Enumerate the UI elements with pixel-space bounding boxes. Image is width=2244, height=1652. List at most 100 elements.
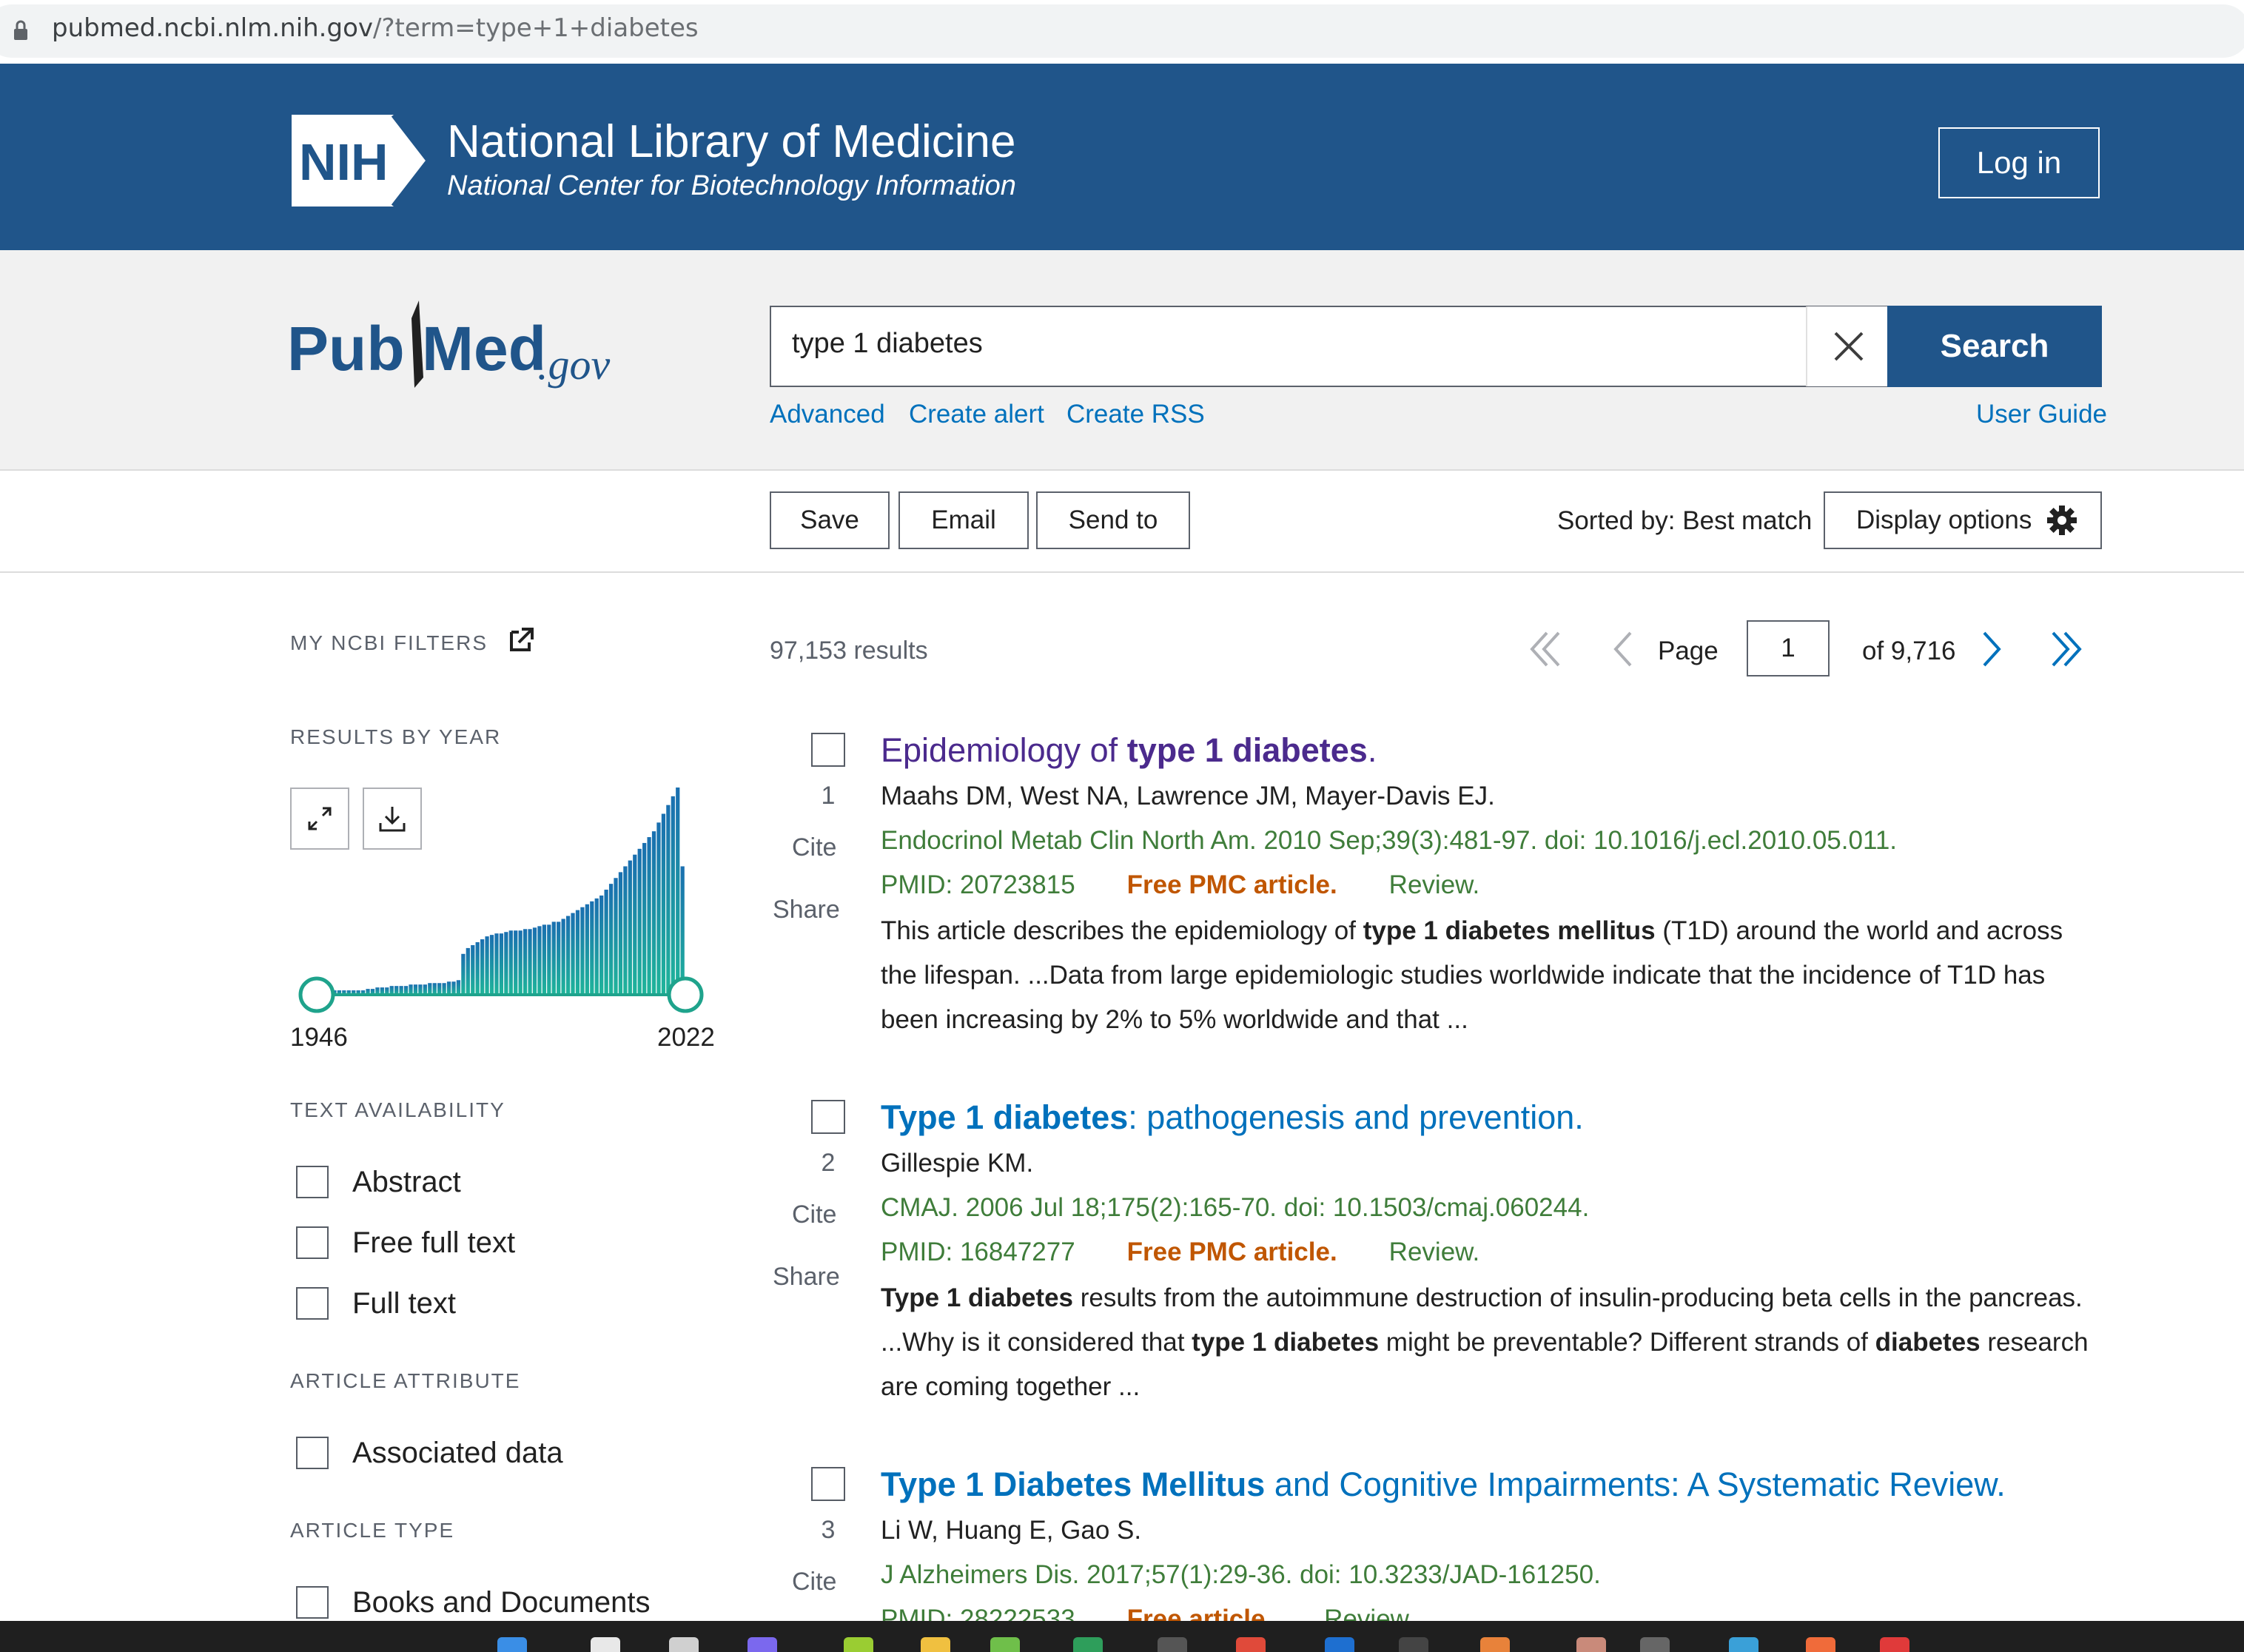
year-bar[interactable] xyxy=(461,953,466,995)
year-bar[interactable] xyxy=(528,929,532,995)
year-bar[interactable] xyxy=(451,981,456,995)
year-bar[interactable] xyxy=(504,932,508,995)
my-ncbi-filters-heading[interactable]: MY NCBI FILTERS xyxy=(290,626,535,655)
year-bar[interactable] xyxy=(608,884,614,995)
app-icon[interactable] xyxy=(1880,1637,1909,1652)
first-page-button[interactable] xyxy=(1523,623,1568,675)
display-options-button[interactable]: Display options xyxy=(1824,491,2102,549)
nih-logo[interactable]: NIH xyxy=(289,115,434,206)
filter-abstract[interactable]: Abstract xyxy=(296,1164,461,1201)
year-bar[interactable] xyxy=(623,866,628,995)
results-by-year-chart[interactable] xyxy=(290,785,719,1021)
teams-icon[interactable] xyxy=(748,1637,777,1652)
result-title-link[interactable]: Type 1 Diabetes Mellitus and Cognitive I… xyxy=(881,1465,2006,1504)
checkbox[interactable] xyxy=(296,1287,329,1320)
app-icon[interactable] xyxy=(1073,1637,1103,1652)
year-bar[interactable] xyxy=(651,831,656,995)
checkbox[interactable] xyxy=(296,1166,329,1198)
checkbox[interactable] xyxy=(296,1437,329,1469)
terminal-icon[interactable] xyxy=(1399,1637,1428,1652)
app-icon[interactable] xyxy=(844,1637,873,1652)
filter-free-full-text[interactable]: Free full text xyxy=(296,1224,515,1261)
year-bar[interactable] xyxy=(418,984,423,995)
year-bar[interactable] xyxy=(471,944,475,995)
year-bar[interactable] xyxy=(642,842,647,995)
advanced-link[interactable]: Advanced xyxy=(770,400,885,429)
year-bar[interactable] xyxy=(614,878,618,995)
year-bar[interactable] xyxy=(446,981,451,995)
next-page-button[interactable] xyxy=(1970,623,2015,675)
filter-books-and-documents[interactable]: Books and Documents xyxy=(296,1584,650,1621)
year-range-start-handle[interactable] xyxy=(298,976,335,1013)
result-checkbox[interactable] xyxy=(811,733,845,767)
save-button[interactable]: Save xyxy=(770,491,890,549)
year-bar[interactable] xyxy=(428,983,432,995)
year-bar[interactable] xyxy=(518,930,523,995)
filter-full-text[interactable]: Full text xyxy=(296,1285,456,1322)
year-bar[interactable] xyxy=(671,796,675,995)
year-bar[interactable] xyxy=(561,919,565,995)
year-bar[interactable] xyxy=(647,837,651,995)
year-bar[interactable] xyxy=(532,927,537,995)
folder-icon[interactable] xyxy=(921,1637,950,1652)
year-bar[interactable] xyxy=(676,788,680,995)
year-bar[interactable] xyxy=(542,924,546,995)
create-alert-link[interactable]: Create alert xyxy=(909,400,1044,429)
year-bar[interactable] xyxy=(537,926,542,995)
year-bar[interactable] xyxy=(633,854,637,995)
cite-button[interactable]: Cite xyxy=(792,1568,836,1596)
year-bar[interactable] xyxy=(508,930,513,995)
year-bar[interactable] xyxy=(442,983,446,995)
year-bar[interactable] xyxy=(485,936,489,995)
year-bar[interactable] xyxy=(565,916,571,995)
checkbox[interactable] xyxy=(296,1586,329,1619)
year-bar[interactable] xyxy=(523,929,528,995)
email-button[interactable]: Email xyxy=(898,491,1029,549)
year-bar[interactable] xyxy=(480,939,485,995)
year-bar[interactable] xyxy=(618,872,623,995)
previous-page-button[interactable] xyxy=(1600,623,1645,675)
sorted-by-label[interactable]: Sorted by: Best match xyxy=(1557,506,1812,536)
year-range-end-handle[interactable] xyxy=(667,976,704,1013)
clear-search-button[interactable] xyxy=(1806,306,1890,386)
year-bar[interactable] xyxy=(604,890,608,995)
year-bar[interactable] xyxy=(571,913,575,995)
year-bar[interactable] xyxy=(575,910,580,995)
filter-associated-data[interactable]: Associated data xyxy=(296,1434,563,1471)
year-bar[interactable] xyxy=(456,980,461,995)
year-bar[interactable] xyxy=(437,983,442,995)
login-button[interactable]: Log in xyxy=(1938,127,2100,198)
checkbox[interactable] xyxy=(296,1226,329,1259)
year-bar[interactable] xyxy=(466,947,470,995)
url-text[interactable]: pubmed.ncbi.nlm.nih.gov/?term=type+1+dia… xyxy=(52,13,699,43)
app-icon[interactable] xyxy=(1480,1637,1510,1652)
year-bar[interactable] xyxy=(547,924,551,995)
app-icon[interactable] xyxy=(1640,1637,1670,1652)
year-bar[interactable] xyxy=(432,983,437,995)
year-bar[interactable] xyxy=(514,930,518,995)
year-bar[interactable] xyxy=(409,984,413,995)
app-icon[interactable] xyxy=(1806,1637,1835,1652)
year-bar[interactable] xyxy=(580,907,585,995)
year-bar[interactable] xyxy=(499,933,504,995)
year-bar[interactable] xyxy=(551,921,556,995)
year-bar[interactable] xyxy=(494,933,499,995)
year-bar[interactable] xyxy=(594,898,599,995)
year-bar[interactable] xyxy=(489,935,494,995)
year-bar[interactable] xyxy=(628,860,632,995)
send-to-button[interactable]: Send to xyxy=(1036,491,1190,549)
search-query-text[interactable]: type 1 diabetes xyxy=(792,328,983,360)
app-icon[interactable] xyxy=(1729,1637,1758,1652)
page-number-input[interactable]: 1 xyxy=(1747,620,1830,676)
search-icon[interactable] xyxy=(591,1637,620,1652)
year-bar[interactable] xyxy=(666,805,671,995)
app-icon[interactable] xyxy=(1325,1637,1354,1652)
result-title-link[interactable]: Epidemiology of type 1 diabetes. xyxy=(881,731,1377,770)
result-checkbox[interactable] xyxy=(811,1100,845,1134)
app-icon[interactable] xyxy=(1236,1637,1266,1652)
last-page-button[interactable] xyxy=(2044,623,2089,675)
app-icon[interactable] xyxy=(990,1637,1020,1652)
create-rss-link[interactable]: Create RSS xyxy=(1066,400,1205,429)
year-bar[interactable] xyxy=(590,901,594,995)
share-button[interactable]: Share xyxy=(773,896,840,924)
